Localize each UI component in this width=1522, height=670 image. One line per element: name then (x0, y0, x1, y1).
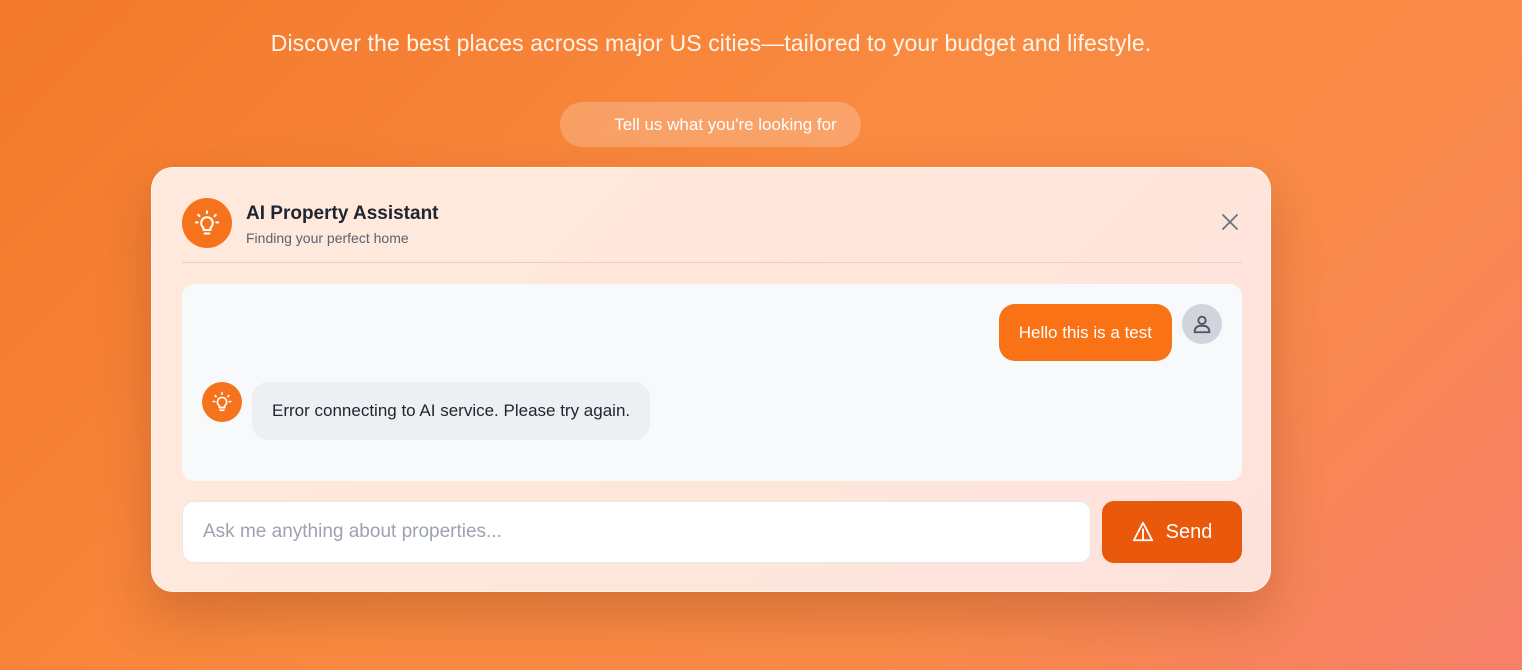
ai-assistant-panel: AI Property Assistant Finding your perfe… (151, 167, 1271, 592)
assistant-avatar (182, 198, 232, 248)
chat-messages: Hello this is a test Error connecting to… (182, 284, 1242, 481)
assistant-header: AI Property Assistant Finding your perfe… (182, 196, 1242, 263)
user-avatar (1182, 304, 1222, 344)
assistant-title: AI Property Assistant (246, 203, 439, 224)
hero-title-fragment (240, 0, 300, 12)
message-input[interactable] (182, 501, 1091, 563)
lightbulb-icon (212, 392, 232, 412)
assistant-message: Error connecting to AI service. Please t… (252, 382, 651, 440)
assistant-subtitle: Finding your perfect home (246, 230, 409, 246)
user-icon (1193, 315, 1211, 334)
looking-for-button[interactable]: Tell us what you're looking for (560, 102, 861, 147)
hero-title-descender (240, 0, 300, 12)
close-icon (1222, 214, 1238, 230)
send-button[interactable]: Send (1102, 501, 1242, 563)
hero-subtitle: Discover the best places across major US… (270, 30, 1152, 56)
close-button[interactable] (1218, 210, 1242, 234)
assistant-message-avatar (202, 382, 242, 422)
send-icon (1132, 521, 1153, 542)
user-message: Hello this is a test (998, 304, 1172, 361)
lightbulb-icon (194, 210, 220, 235)
send-button-label: Send (1165, 520, 1213, 543)
